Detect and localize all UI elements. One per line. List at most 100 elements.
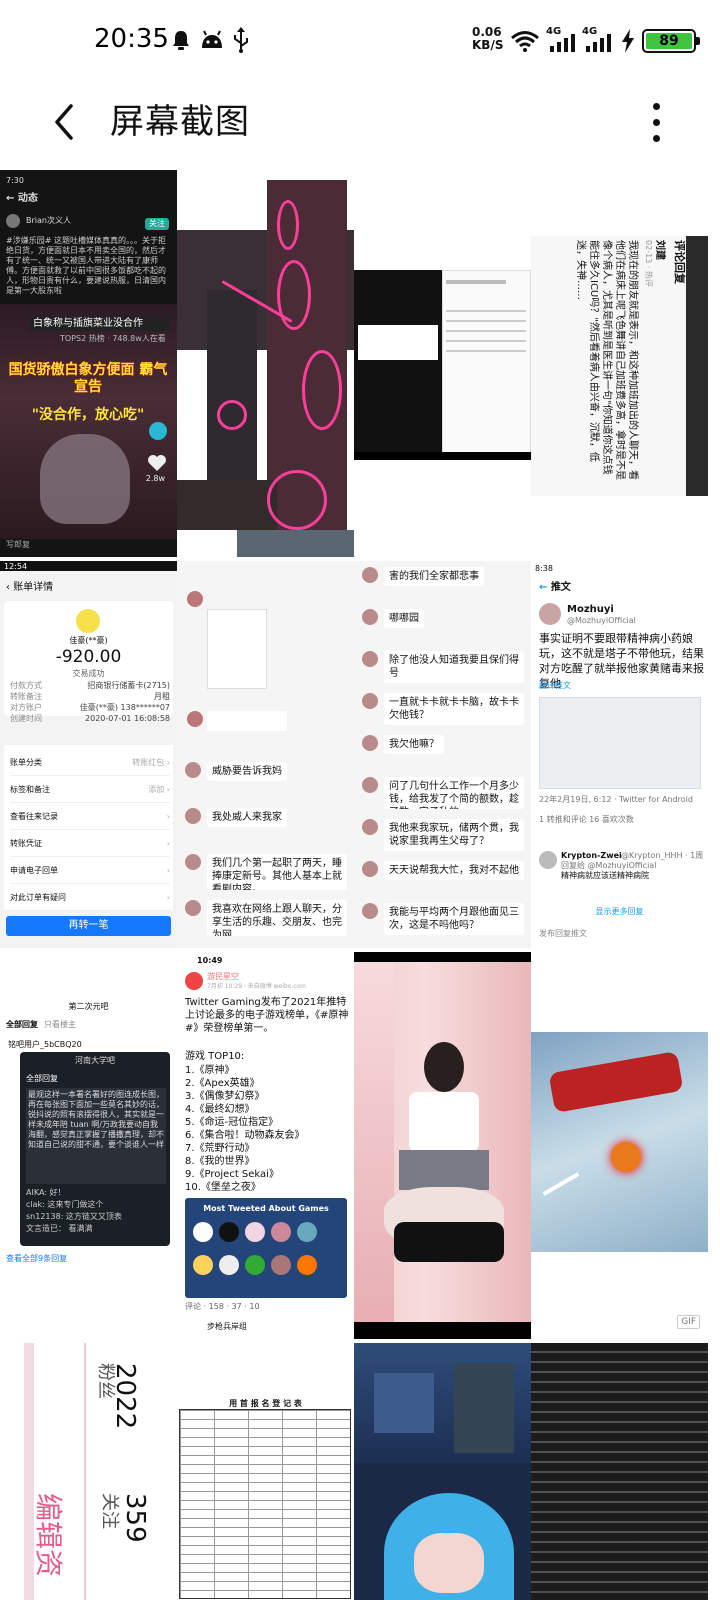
game-list-item: 10.《堡垒之夜》: [185, 1182, 261, 1193]
thumb-reply-user: Krypton-Zwei: [561, 851, 622, 860]
chat-message: 我们几个第一起职了两天，睡捧康定新号。其他人基本上就看剧内容。: [177, 848, 354, 894]
screenshot-thumbnail[interactable]: GIF: [531, 952, 708, 1339]
game-list-item: 2.《Apex英雄》: [185, 1078, 260, 1089]
screenshot-thumbnail[interactable]: 威胁要告诉我妈 我处威人来我家 我们几个第一起职了两天，睡捧康定新号。其他人基本上就…: [177, 561, 354, 948]
chat-message: 我能与平均两个月跟他面见三次，这是不吗他吗？: [354, 897, 531, 939]
thumb-status-time: 10:49: [197, 956, 223, 965]
thumb-nav-title: ‹ 账单详情: [6, 582, 54, 593]
screenshot-thumbnail[interactable]: [354, 1343, 531, 1600]
thumb-user: 刘建: [654, 240, 665, 260]
more-vertical-icon: [652, 102, 660, 110]
avatar: [185, 900, 201, 916]
thumb-account: 游民星空: [207, 972, 239, 981]
game-list-item: 6.《集合啦！动物森友会》: [185, 1130, 305, 1141]
thumb-label: 关注: [99, 1493, 120, 1529]
thumb-video-title: 白象称与插旗菜业没合作: [30, 316, 170, 331]
chat-message: 一直就卡卡就卡卡脑，故卡卡欠他钱？: [354, 687, 531, 729]
thumb-headline: 国货骄傲白象方便面 霸气宣告: [8, 362, 168, 395]
thumb-banner: Most Tweeted About Games: [203, 1204, 329, 1213]
thumb-likes: 2.8w: [145, 474, 165, 483]
avatar: [362, 819, 378, 835]
thumb-text: Twitter Gaming发布了2021年推特上讨论最多的电子游戏榜单，《#原…: [185, 997, 349, 1034]
app-header: 屏幕截图: [0, 80, 720, 170]
screenshot-thumbnail[interactable]: 7:30 ← 动态 Brian次义人 关注 #涉嫌乐园# 这题吐槽媒体真真的。。…: [0, 170, 177, 557]
thumb-status-time: 7:30: [6, 176, 24, 185]
chat-message: 威胁要告诉我妈: [177, 756, 354, 802]
game-list-item: 3.《偶像梦幻祭》: [185, 1091, 265, 1102]
bill-menu-item: 账单分类 转账红包 ›: [10, 749, 170, 776]
screenshot-thumbnail[interactable]: 12:54 ‹ 账单详情 佳豪(**豪) -920.00 交易成功 付款方式 招商…: [0, 561, 177, 948]
battery-level: 89: [646, 33, 692, 49]
thumb-comment-input: 写郎复: [6, 540, 30, 549]
thumb-follow: 关注: [145, 218, 169, 230]
thumb-reply-handle: @Krypton_HHH · 1周: [621, 851, 704, 860]
reply-item: clak: 这来专门做这个: [26, 1200, 104, 1209]
thumb-more-replies: 显示更多回复: [595, 907, 644, 916]
back-button[interactable]: [34, 92, 94, 152]
screenshot-thumbnail[interactable]: 8:38 ← 推文 Mozhuyi @MozhuyiOfficial 事实证明不…: [531, 561, 708, 948]
thumb-reply-to: 回复给 @MozhuyiOfficial: [561, 861, 657, 870]
charging-icon: [622, 29, 634, 53]
thumb-reply-text: 精神病就应该送精神病院: [561, 871, 649, 880]
notification-bell-icon: [173, 31, 189, 50]
thumb-post-text: #涉嫌乐园# 这题吐槽媒体真真的。。。关于拒绝日货，方便面就日本不用卖全国的，然…: [6, 236, 166, 295]
status-time: 20:35: [94, 24, 169, 54]
back-arrow-icon: [55, 104, 73, 140]
thumb-title: 评论回复: [673, 240, 686, 284]
battery-indicator: 89: [642, 29, 702, 53]
thumb-comment: 最观这样一本署名署好的图连成长图，再在每张图下面加一些莫名其妙的话，锐抖说的照有…: [26, 1088, 166, 1184]
screenshot-thumbnail[interactable]: [354, 952, 531, 1339]
screenshot-thumbnail[interactable]: 评论回复 刘建 02-13 · 热评 我现在的朋友就是表示，和这种加班加出的人聊…: [531, 170, 708, 557]
thumb-form-title: 用 首 报 名 登 记 表: [229, 1399, 302, 1408]
bill-menu-item: 标签和备注 添加 ›: [10, 776, 170, 803]
game-list-item: 9.《Project Sekai》: [185, 1169, 279, 1180]
thumb-tab: 只看楼主: [44, 1020, 76, 1029]
avatar: [185, 808, 201, 824]
thumb-footer-user: 步枪兵岸组: [207, 1322, 247, 1331]
screenshot-thumbnail[interactable]: [531, 1343, 708, 1600]
thumb-compose: 发布回复推文: [539, 929, 587, 938]
screenshot-thumbnail[interactable]: 害的我们全家都悲事 哪哪园 除了他没人知道我要且保们得号 一直就卡卡就卡卡脑，故卡卡欠…: [354, 561, 531, 948]
game-list-item: 8.《我的世界》: [185, 1156, 255, 1167]
screenshot-thumbnail[interactable]: 2022 粉丝 359 关注 编辑资: [0, 1343, 177, 1600]
thumb-date: 02-13 · 热评: [644, 240, 653, 287]
chat-message: 我欠他嘛？: [354, 729, 531, 771]
thumb-stats: 1 转推和评论 16 喜欢次数: [539, 815, 634, 824]
chat-message: 我处威人来我家: [177, 802, 354, 848]
screenshot-thumbnail[interactable]: 第二次元吧 全部回复 只看楼主 铭吧用户_5bCBQ20 河南大学吧 全部回复 …: [0, 952, 177, 1339]
game-list-item: 7.《荒野行动》: [185, 1143, 255, 1154]
signal-4g-icon: 4G: [582, 26, 616, 52]
thumb-label: 粉丝: [95, 1363, 116, 1399]
thumb-tab-title: 第二次元吧: [68, 1002, 109, 1011]
reply-item: sn12138: 这方链又又顶表: [26, 1212, 122, 1221]
screenshot-thumbnail[interactable]: 用 首 报 名 登 记 表: [177, 1343, 354, 1600]
thumb-status-time: 12:54: [4, 562, 28, 571]
avatar: [362, 903, 378, 919]
usb-icon: [234, 27, 248, 53]
screenshot-thumbnail[interactable]: [354, 170, 531, 557]
screenshot-thumbnail[interactable]: [177, 170, 354, 557]
chat-message: 问了几句什么工作一个月多少钱，给我发了个简的额数，趁了数一定子私的: [354, 771, 531, 813]
gif-badge: GIF: [677, 1315, 700, 1329]
thumb-nav-title: ← 推文: [539, 582, 571, 593]
avatar: [362, 609, 378, 625]
screenshot-thumbnail[interactable]: 10:49 游民星空 7月初 10:29 · 来自微博 weibo.com Tw…: [177, 952, 354, 1339]
thumb-body: 我现在的朋友就是表示，和这种加班加出的人聊天，看他们在病床上呢飞色舞讲自己加班费…: [575, 240, 638, 480]
more-options-button[interactable]: [634, 92, 678, 152]
heart-icon: [148, 455, 166, 471]
avatar: [185, 762, 201, 778]
wifi-icon: [511, 31, 539, 52]
chat-message: 害的我们全家都悲事: [354, 561, 531, 603]
page-title: 屏幕截图: [110, 102, 250, 142]
bill-row: 对方账户 佳豪(**豪) 138******07: [10, 703, 170, 712]
thumb-count: 359: [120, 1493, 150, 1543]
game-list-item: 4.《最终幻想》: [185, 1104, 255, 1115]
status-bar: 20:35 0.06 KB/S 4G 4G 89: [0, 0, 720, 80]
thumb-video-sub: TOPS2 热榜 · 748.8w人在看: [60, 334, 166, 343]
thumb-amount: -920.00: [55, 647, 122, 667]
chat-message: 我他来我家玩，储两个贯，我说家里我再生父母了？: [354, 813, 531, 855]
thumb-quote: "没合作，放心吃": [31, 407, 145, 423]
chat-message: 除了他没人知道我要且保们得号: [354, 645, 531, 687]
thumb-red-text: 编辑资: [32, 1493, 65, 1578]
bill-row: 转账备注 月租: [10, 692, 170, 701]
